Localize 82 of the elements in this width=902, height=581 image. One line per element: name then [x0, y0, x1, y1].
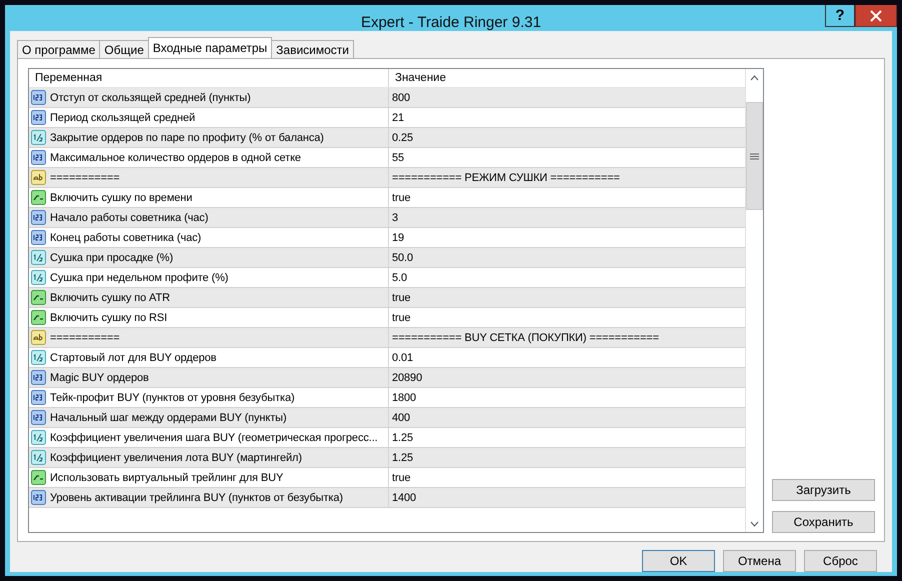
table-cell: Закрытие ордеров по паре по профиту (% от баланса) [29, 128, 389, 147]
chevron-up-icon [750, 74, 759, 80]
integer-type-icon [31, 150, 46, 165]
column-header[interactable]: Значение [389, 69, 745, 87]
toggle-type-icon [31, 470, 46, 485]
table-cell-text: 50.0 [391, 250, 414, 266]
table-cell: Коэффициент увеличения лота BUY (мартингейл) [29, 448, 389, 467]
table-cell-text: 0.25 [391, 130, 414, 146]
table-cell: Период скользящей средней [29, 108, 389, 127]
table-cell: =========== [29, 168, 389, 187]
dialog-button[interactable]: OK [642, 550, 715, 572]
table-cell-text: true [391, 470, 412, 486]
table-cell: Уровень активации трейлинга BUY (пунктов от безубытка) [29, 488, 389, 507]
table-cell: Конец работы советника (час) [29, 228, 389, 247]
table-cell-text: 55 [391, 150, 406, 166]
tab[interactable]: Зависимости [271, 40, 354, 58]
scrollbar-thumb[interactable] [746, 102, 763, 210]
table-cell-text: =========== BUY СЕТКА (ПОКУПКИ) =========== [391, 330, 660, 346]
table-cell-text: 800 [391, 90, 412, 106]
table-cell-text: 1.25 [391, 430, 414, 446]
fraction-type-icon [31, 450, 46, 465]
dialog-button[interactable]: Сброс [804, 550, 877, 572]
table-cell: Включить сушку по времени [29, 188, 389, 207]
toggle-type-icon [31, 290, 46, 305]
table-cell-text: 0.01 [391, 350, 414, 366]
fraction-type-icon [31, 430, 46, 445]
close-button[interactable] [855, 5, 897, 27]
toggle-type-icon [31, 310, 46, 325]
fraction-type-icon [31, 270, 46, 285]
integer-type-icon [31, 230, 46, 245]
dialog-button[interactable]: Отмена [723, 550, 796, 572]
table-cell: Сушка при просадке (%) [29, 248, 389, 267]
table-cell-text: 3 [391, 210, 400, 226]
text-type-icon [31, 170, 46, 185]
table-cell-text: 19 [391, 230, 406, 246]
integer-type-icon [31, 90, 46, 105]
table-cell: Использовать виртуальный трейлинг для BUY [29, 468, 389, 487]
table-cell: Отступ от скользящей средней (пункты) [29, 88, 389, 107]
tab[interactable]: Общие [99, 40, 149, 58]
table-cell: Максимальное количество ордеров в одной сетке [29, 148, 389, 167]
table-cell-text: 20890 [391, 370, 424, 386]
table-cell-text: true [391, 290, 412, 306]
table-cell: Magic BUY ордеров [29, 368, 389, 387]
table-cell-text: 400 [391, 410, 412, 426]
table-cell: =========== [29, 328, 389, 347]
close-icon [870, 10, 882, 22]
table-cell: Сушка при недельном профите (%) [29, 268, 389, 287]
table-cell-text: 21 [391, 110, 406, 126]
chevron-down-icon [750, 520, 759, 526]
fraction-type-icon [31, 250, 46, 265]
table-cell: Включить сушку по ATR [29, 288, 389, 307]
table-cell: Стартовый лот для BUY ордеров [29, 348, 389, 367]
grip-icon [750, 152, 759, 160]
table-cell-text: 5.0 [391, 270, 408, 286]
table-cell: Начальный шаг между ордерами BUY (пункты) [29, 408, 389, 427]
table-cell: Включить сушку по RSI [29, 308, 389, 327]
table-cell-text: 1400 [391, 490, 418, 506]
file-button[interactable]: Сохранить [772, 511, 875, 533]
table-cell-text: 1800 [391, 390, 418, 406]
help-button[interactable]: ? [825, 5, 855, 27]
table-cell-text: true [391, 190, 412, 206]
table-cell: Тейк-профит BUY (пунктов от уровня безубытка) [29, 388, 389, 407]
toggle-type-icon [31, 190, 46, 205]
table-cell: Коэффициент увеличения шага BUY (геометрическая прогресс... [29, 428, 389, 447]
text-type-icon [31, 330, 46, 345]
tab[interactable]: О программе [17, 40, 100, 58]
integer-type-icon [31, 390, 46, 405]
table-cell: Начало работы советника (час) [29, 208, 389, 227]
fraction-type-icon [31, 350, 46, 365]
integer-type-icon [31, 410, 46, 425]
window-title: Expert - Traide Ringer 9.31 [360, 14, 542, 31]
table-cell-text: 1.25 [391, 450, 414, 466]
integer-type-icon [31, 210, 46, 225]
fraction-type-icon [31, 130, 46, 145]
table-cell-text: =========== РЕЖИМ СУШКИ =========== [391, 170, 621, 186]
integer-type-icon [31, 110, 46, 125]
integer-type-icon [31, 370, 46, 385]
integer-type-icon [31, 490, 46, 505]
file-button[interactable]: Загрузить [772, 479, 875, 501]
column-header[interactable]: Переменная [29, 69, 389, 87]
tab[interactable]: Входные параметры [148, 37, 272, 58]
table-cell-text: true [391, 310, 412, 326]
